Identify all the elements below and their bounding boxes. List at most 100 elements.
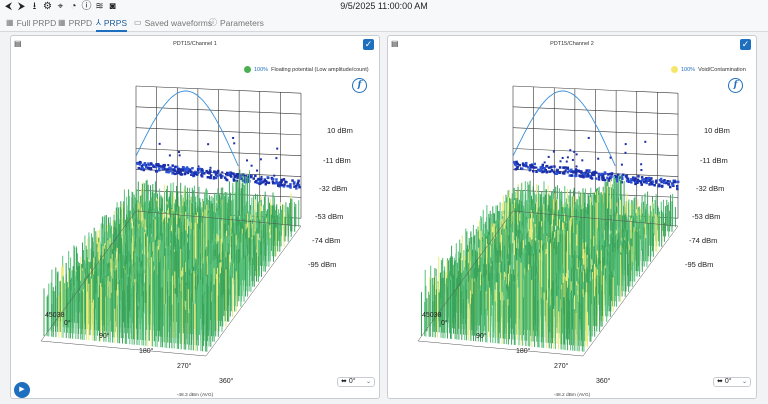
projection-point (221, 171, 224, 174)
tab-prps[interactable]: ⅄ PRPS (96, 16, 128, 32)
projection-point (158, 142, 161, 145)
rotation-select[interactable]: ⬌ 0° ⌄ (337, 377, 375, 387)
projection-point (232, 179, 236, 182)
projection-point (181, 166, 185, 169)
function-button[interactable]: f (352, 78, 367, 93)
projection-point (624, 143, 627, 146)
projection-point (521, 167, 524, 171)
projection-point (530, 163, 534, 166)
projection-point (537, 169, 540, 172)
projection-point (676, 187, 679, 191)
projection-point (577, 169, 580, 173)
projection-point (258, 182, 261, 186)
projection-point (298, 185, 301, 189)
projection-point (591, 171, 595, 174)
projection-point (259, 177, 262, 181)
projection-point (653, 184, 656, 187)
prps-spikes (421, 175, 676, 352)
legend-text: Void/Contamination (698, 66, 746, 73)
function-button[interactable]: f (728, 78, 743, 93)
grid-icon: ▦ (6, 18, 14, 27)
tab-parameters[interactable]: ⓘ Parameters (209, 16, 264, 30)
projection-point (522, 163, 525, 166)
projection-point (279, 184, 283, 187)
projection-point (597, 157, 600, 160)
tab-full-prpd[interactable]: ▦ Full PRPD (6, 16, 56, 30)
rotation-select[interactable]: ⬌ 0° ⌄ (713, 377, 751, 387)
phase-tick: 180° (139, 348, 154, 355)
projection-point (191, 167, 194, 170)
projection-point (525, 161, 528, 165)
projection-point (225, 178, 229, 182)
projection-point (607, 173, 610, 176)
projection-point (232, 136, 235, 139)
projection-point (158, 169, 161, 172)
projection-point (581, 159, 584, 162)
projection-point (223, 176, 227, 179)
projection-point (220, 176, 223, 179)
projection-point (566, 156, 569, 159)
title-bar: ⮜ ⮞ ⭳ ⚙ ⌖ ◔ ⓘ ≋ ◙ 9/5/2025 11:00:00 AM (0, 0, 768, 14)
projection-point (233, 174, 237, 178)
projection-point (149, 162, 153, 165)
select-checkbox[interactable]: ✓ (363, 39, 374, 50)
projection-point (175, 165, 179, 169)
phase-tick: 360° (219, 378, 234, 385)
projection-point (630, 178, 633, 181)
legend-text: Floating potential (Low amplitude/count) (271, 66, 369, 73)
channel-1-panel: ▤ PDT15/Channel 1 ✓ 100% Floating potent… (10, 35, 380, 399)
projection-point (295, 187, 298, 190)
active-tab-indicator (96, 30, 128, 32)
classification-legend: 100% Void/Contamination (671, 66, 746, 73)
projection-point (271, 177, 275, 181)
amplitude-tick: 10 dBm (704, 126, 730, 135)
phase-tick: 0° (64, 320, 71, 327)
projection-point (209, 166, 212, 169)
projection-point (260, 175, 263, 178)
projection-point (515, 160, 518, 164)
legend-percent: 100% (254, 66, 269, 73)
projection-point (294, 184, 298, 188)
projection-point (568, 169, 571, 173)
projection-point (580, 170, 583, 174)
tab-prpd[interactable]: ▦ PRPD (58, 16, 92, 30)
projection-point (513, 161, 516, 164)
projection-point (179, 170, 182, 173)
projection-point (296, 181, 300, 185)
projection-point (185, 168, 189, 171)
projection-point (574, 168, 578, 171)
phase-tick: 270° (177, 363, 192, 370)
projection-point (562, 166, 565, 169)
rotation-value: 0° (348, 378, 356, 385)
projection-point (264, 180, 268, 183)
tab-saved-waveforms[interactable]: ▭ Saved waveforms (134, 16, 212, 30)
projection-point (625, 179, 629, 183)
projection-point (173, 172, 176, 175)
projection-point (154, 169, 158, 173)
projection-point (666, 180, 669, 183)
amplitude-tick: -74 dBm (689, 236, 718, 245)
select-checkbox[interactable]: ✓ (740, 39, 751, 50)
projection-point (143, 163, 147, 166)
projection-point (207, 143, 210, 146)
projection-point (165, 170, 168, 174)
projection-point (225, 173, 228, 176)
projection-point (547, 155, 550, 158)
projection-point (558, 166, 562, 169)
projection-point (672, 180, 676, 184)
projection-point (182, 168, 185, 171)
amplitude-tick: -11 dBm (700, 156, 728, 165)
projection-point (585, 169, 588, 172)
projection-point (233, 142, 236, 145)
projection-point (544, 168, 547, 172)
projection-point (283, 183, 286, 186)
projection-point (610, 175, 613, 178)
projection-point (273, 174, 276, 177)
rotate-icon: ⬌ (341, 378, 347, 385)
projection-point (259, 180, 262, 183)
prps-spikes (43, 169, 300, 352)
projection-point (579, 175, 583, 178)
projection-point (533, 162, 536, 166)
projection-point (179, 172, 182, 175)
tab-label: Saved waveforms (144, 18, 213, 28)
